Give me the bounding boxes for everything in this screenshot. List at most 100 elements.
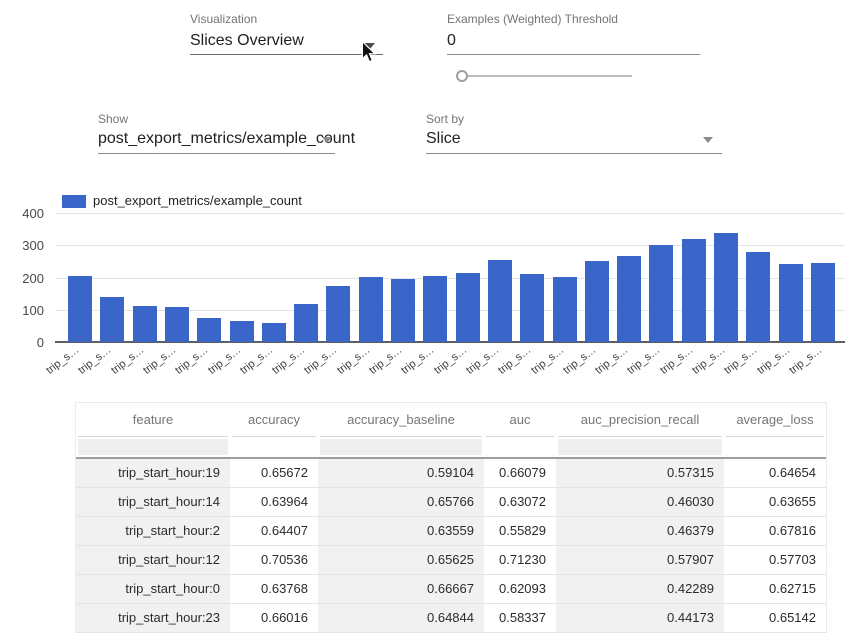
metric-cell: 0.46379 [556, 517, 724, 545]
metric-cell: 0.64844 [318, 604, 484, 632]
bar-3[interactable] [165, 307, 189, 342]
bar-18[interactable] [649, 245, 673, 342]
feature-cell: trip_start_hour:0 [76, 575, 230, 603]
metric-cell: 0.65766 [318, 488, 484, 516]
table-row-trip_start_hour:0: trip_start_hour:00.637680.666670.620930.… [76, 575, 826, 604]
show-underline [98, 153, 335, 154]
bar-4[interactable] [197, 318, 221, 343]
bar-14[interactable] [520, 274, 544, 342]
metric-cell: 0.63559 [318, 517, 484, 545]
bar-11[interactable] [423, 276, 447, 342]
sort-by-label: Sort by [426, 112, 464, 126]
metric-cell: 0.63964 [230, 488, 318, 516]
threshold-value: 0 [447, 32, 456, 49]
visualization-select[interactable]: Slices Overview [190, 32, 383, 55]
metric-cell: 0.65672 [230, 459, 318, 487]
metric-cell: 0.57703 [724, 546, 826, 574]
metric-cell: 0.66667 [318, 575, 484, 603]
bar-6[interactable] [262, 323, 286, 342]
metric-cell: 0.62715 [724, 575, 826, 603]
bar-21[interactable] [746, 252, 770, 342]
bar-1[interactable] [100, 297, 124, 342]
bar-23[interactable] [811, 263, 835, 342]
y-axis-tick-label: 100 [0, 303, 44, 318]
filter-cell-accuracy[interactable] [232, 439, 316, 455]
chart-plot-area [55, 213, 845, 342]
table-row-trip_start_hour:2: trip_start_hour:20.644070.635590.558290.… [76, 517, 826, 546]
bar-12[interactable] [456, 273, 480, 342]
y-axis-tick-label: 400 [0, 206, 44, 221]
bar-8[interactable] [326, 286, 350, 342]
mouse-cursor-icon [361, 41, 376, 63]
bar-0[interactable] [68, 276, 92, 342]
legend-color-swatch [62, 195, 86, 208]
legend-label: post_export_metrics/example_count [93, 193, 302, 208]
column-header-auc_precision_recall[interactable]: auc_precision_recall [558, 403, 722, 437]
metric-cell: 0.67816 [724, 517, 826, 545]
bar-20[interactable] [714, 233, 738, 342]
gridline [55, 213, 845, 214]
bar-19[interactable] [682, 239, 706, 342]
table-header-row: featureaccuracyaccuracy_baselineaucauc_p… [76, 403, 826, 437]
bar-9[interactable] [359, 277, 383, 342]
table-row-trip_start_hour:12: trip_start_hour:120.705360.656250.712300… [76, 546, 826, 575]
metric-cell: 0.46030 [556, 488, 724, 516]
metric-cell: 0.44173 [556, 604, 724, 632]
sort-by-value: Slice [426, 130, 461, 147]
metric-cell: 0.65625 [318, 546, 484, 574]
filter-cell-average_loss[interactable] [726, 439, 824, 455]
metric-cell: 0.65142 [724, 604, 826, 632]
bar-22[interactable] [779, 264, 803, 342]
metrics-table: featureaccuracyaccuracy_baselineaucauc_p… [75, 402, 827, 633]
metric-cell: 0.66079 [484, 459, 556, 487]
column-header-auc[interactable]: auc [486, 403, 554, 437]
column-header-average_loss[interactable]: average_loss [726, 403, 824, 437]
metric-cell: 0.59104 [318, 459, 484, 487]
column-header-accuracy[interactable]: accuracy [232, 403, 316, 437]
metric-cell: 0.62093 [484, 575, 556, 603]
threshold-slider-track[interactable] [462, 75, 632, 77]
threshold-underline [447, 54, 700, 55]
y-axis-tick-label: 200 [0, 271, 44, 286]
bar-15[interactable] [553, 277, 577, 342]
filter-cell-auc[interactable] [486, 439, 554, 455]
threshold-input[interactable]: 0 [447, 32, 700, 55]
feature-cell: trip_start_hour:2 [76, 517, 230, 545]
metric-cell: 0.42289 [556, 575, 724, 603]
table-row-trip_start_hour:19: trip_start_hour:190.656720.591040.66079 0… [76, 459, 826, 488]
bar-17[interactable] [617, 256, 641, 342]
column-header-accuracy_baseline[interactable]: accuracy_baseline [320, 403, 482, 437]
show-label: Show [98, 112, 128, 126]
feature-cell: trip_start_hour:14 [76, 488, 230, 516]
visualization-label: Visualization [190, 12, 257, 26]
bar-16[interactable] [585, 261, 609, 342]
bar-5[interactable] [230, 321, 254, 342]
y-axis-tick-label: 0 [0, 335, 44, 350]
feature-cell: trip_start_hour:19 [76, 459, 230, 487]
column-header-feature[interactable]: feature [78, 403, 228, 437]
metric-cell: 0.64654 [724, 459, 826, 487]
sort-by-select[interactable]: Slice [426, 130, 722, 153]
metric-cell: 0.70536 [230, 546, 318, 574]
metric-cell: 0.63072 [484, 488, 556, 516]
metric-cell: 0.66016 [230, 604, 318, 632]
table-row-trip_start_hour:14: trip_start_hour:140.639640.657660.630720… [76, 488, 826, 517]
y-axis-tick-label: 300 [0, 238, 44, 253]
bar-10[interactable] [391, 279, 415, 342]
show-select[interactable]: post_export_metrics/example_count [98, 130, 335, 153]
bar-7[interactable] [294, 304, 318, 342]
metric-cell: 0.63768 [230, 575, 318, 603]
show-value: post_export_metrics/example_count [98, 130, 355, 147]
table-row-trip_start_hour:23: trip_start_hour:230.660160.648440.583370… [76, 604, 826, 633]
chevron-down-icon [703, 137, 713, 143]
metric-cell: 0.55829 [484, 517, 556, 545]
chevron-down-icon [322, 137, 332, 143]
filter-cell-auc_precision_recall[interactable] [558, 439, 722, 455]
bar-2[interactable] [133, 306, 157, 342]
threshold-slider-thumb[interactable] [456, 70, 468, 82]
filter-cell-accuracy_baseline[interactable] [320, 439, 482, 455]
filter-cell-feature[interactable] [78, 439, 228, 455]
bar-13[interactable] [488, 260, 512, 342]
metric-cell: 0.71230 [484, 546, 556, 574]
metric-cell: 0.57907 [556, 546, 724, 574]
